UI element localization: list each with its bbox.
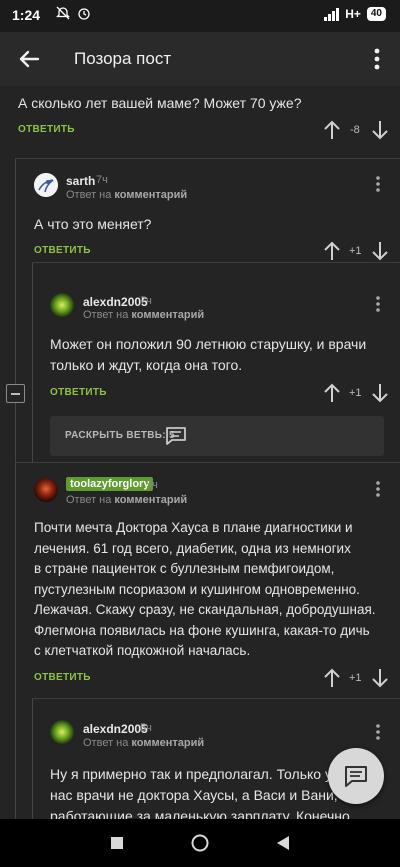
write-comment-button[interactable]	[328, 748, 384, 804]
status-time: 1:24	[12, 7, 41, 23]
thread-connector	[15, 158, 400, 159]
comment-icon	[345, 766, 367, 787]
comment-time: 7ч	[96, 174, 108, 186]
reply-button[interactable]: ОТВЕТИТЬ	[34, 245, 91, 256]
network-type: H+	[345, 7, 361, 21]
expand-branch-button[interactable]: РАСКРЫТЬ ВЕТВЬ: 5	[50, 416, 384, 456]
rating-value: +1	[349, 387, 362, 399]
back-icon[interactable]	[276, 835, 290, 851]
reply-button[interactable]: ОТВЕТИТЬ	[18, 124, 75, 135]
comment-text: А что это меняет?	[34, 216, 152, 232]
comment-time: 7ч	[140, 295, 152, 307]
avatar[interactable]	[50, 293, 74, 317]
comment-menu-icon[interactable]	[368, 174, 388, 194]
minus-icon	[11, 393, 20, 395]
downvote-icon[interactable]	[370, 119, 390, 141]
app-bar: Позора пост	[0, 32, 400, 86]
avatar-image	[50, 293, 74, 317]
system-nav-bar	[0, 819, 400, 867]
reply-to: Ответ на комментарий	[66, 189, 188, 201]
avatar-image	[34, 478, 58, 502]
reply-button[interactable]: ОТВЕТИТЬ	[50, 387, 107, 398]
reply-to: Ответ на комментарий	[66, 494, 188, 506]
page-title: Позора пост	[74, 49, 172, 68]
expand-branch-label: РАСКРЫТЬ ВЕТВЬ: 5	[65, 430, 175, 441]
comment-text: А сколько лет вашей маме? Может 70 уже?	[18, 95, 302, 111]
thread-line	[15, 158, 16, 819]
more-vert-icon[interactable]	[364, 44, 390, 74]
reply-to-link[interactable]: комментарий	[131, 309, 204, 321]
status-bar: 1:24 H+ 40	[0, 0, 400, 32]
downvote-icon[interactable]	[370, 240, 390, 262]
upvote-icon[interactable]	[322, 119, 342, 141]
avatar[interactable]	[34, 478, 58, 502]
username[interactable]: sarth	[66, 174, 95, 188]
username[interactable]: alexdn2005	[83, 295, 148, 309]
thread-line	[32, 262, 33, 462]
collapse-thread-button[interactable]	[6, 384, 25, 403]
signal-icon	[324, 7, 340, 21]
downvote-icon[interactable]	[370, 667, 390, 689]
comment-text: Почти мечта Доктора Хауса в плане диагно…	[34, 520, 376, 658]
reply-to-link[interactable]: комментарий	[114, 189, 187, 201]
reply-to-link[interactable]: комментарий	[114, 494, 187, 506]
comments-icon	[166, 427, 186, 445]
comment-menu-icon[interactable]	[368, 479, 388, 499]
recents-icon[interactable]	[110, 836, 124, 850]
rating-value: +1	[349, 672, 362, 684]
thread-connector	[32, 262, 400, 263]
upvote-icon[interactable]	[322, 667, 342, 689]
username-badge[interactable]: toolazyforglory	[66, 477, 154, 491]
username[interactable]: alexdn2005	[83, 722, 148, 736]
upvote-icon[interactable]	[322, 240, 342, 262]
mute-icon	[55, 6, 71, 20]
thread-connector	[15, 462, 400, 463]
upvote-icon[interactable]	[322, 382, 342, 404]
reply-to: Ответ на комментарий	[83, 309, 205, 321]
alarm-icon	[77, 8, 90, 20]
downvote-icon[interactable]	[370, 382, 390, 404]
thread-line	[32, 698, 33, 819]
avatar-image	[34, 173, 58, 197]
back-arrow-icon[interactable]	[14, 44, 44, 74]
home-icon[interactable]	[191, 834, 209, 852]
status-icons	[55, 6, 91, 21]
avatar[interactable]	[34, 173, 58, 197]
comment-time: 5ч	[146, 479, 158, 491]
reply-button[interactable]: ОТВЕТИТЬ	[34, 672, 91, 683]
comments-thread: А сколько лет вашей маме? Может 70 уже? …	[0, 86, 400, 819]
battery-icon: 40	[366, 7, 386, 21]
reply-to: Ответ на комментарий	[83, 737, 205, 749]
thread-connector	[32, 698, 400, 699]
comment-text: Может он положил 90 летнюю старушку, и в…	[50, 336, 367, 373]
avatar[interactable]	[50, 720, 74, 744]
rating-value: +1	[349, 245, 362, 257]
avatar-image	[50, 720, 74, 744]
reply-to-link[interactable]: комментарий	[131, 737, 204, 749]
comment-menu-icon[interactable]	[368, 722, 388, 742]
rating-value: -8	[350, 124, 360, 136]
comment-time: 5ч	[140, 722, 152, 734]
comment-menu-icon[interactable]	[368, 294, 388, 314]
